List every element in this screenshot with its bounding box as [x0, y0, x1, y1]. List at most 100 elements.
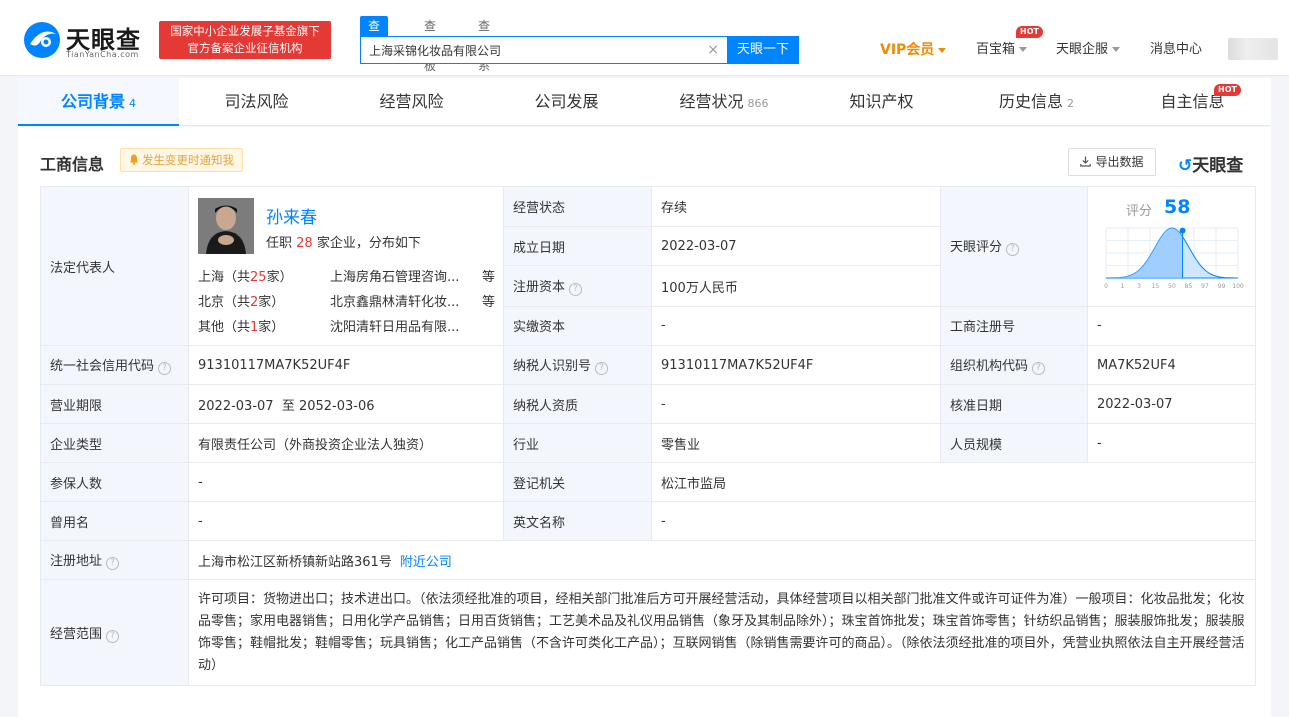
tab-judicial-risk[interactable]: 司法风险: [179, 78, 334, 126]
tab-count: 2: [1067, 97, 1074, 110]
search-button[interactable]: 天眼一下: [727, 36, 799, 64]
tax-qual-label: 纳税人资质: [503, 384, 652, 424]
industry-label: 行业: [503, 423, 652, 463]
nearby-companies-link[interactable]: 附近公司: [400, 555, 452, 570]
region-city: 北京（共2家）: [198, 291, 284, 310]
tab-history[interactable]: 历史信息 2: [959, 78, 1114, 126]
region-row: 北京（共2家） 北京鑫鼎林清轩化妆... 等: [198, 291, 498, 310]
tab-label: 经营状况: [679, 92, 744, 111]
region-city: 其他（共1家）: [198, 316, 284, 335]
summary-suffix: 家企业，分布如下: [316, 236, 421, 251]
search-tab-company[interactable]: 查公司: [360, 16, 389, 73]
region-count: 25: [250, 270, 267, 285]
reg-no-label: 工商注册号: [940, 305, 1088, 347]
download-icon: [1080, 156, 1092, 167]
legal-rep-summary: 任职 28 家企业，分布如下: [266, 232, 421, 251]
summary-prefix: 任职: [266, 236, 293, 251]
tab-label: 历史信息: [998, 92, 1063, 111]
brand-logo-text: 天眼查: [1192, 156, 1244, 176]
tax-qual-value: -: [651, 384, 941, 424]
company-tabs: 公司背景 4 司法风险 经营风险 公司发展 经营状况 866 知识产权 历史信息 2 …: [18, 78, 1271, 126]
approve-date-value: 2022-03-07: [1087, 384, 1256, 424]
region-city: 上海（共25家）: [198, 266, 293, 285]
tab-intellectual-property[interactable]: 知识产权: [804, 78, 959, 126]
reg-no-value: -: [1087, 305, 1256, 347]
search-input[interactable]: [361, 37, 691, 63]
help-icon[interactable]: ?: [569, 283, 583, 297]
region-row: 上海（共25家） 上海房角石管理咨询... 等: [198, 266, 498, 285]
region-company-link[interactable]: 北京鑫鼎林清轩化妆...: [330, 291, 470, 310]
x-tick-label: 99: [1218, 283, 1226, 290]
logo-eye-icon: [24, 22, 60, 58]
scope-label: 经营范围: [50, 626, 103, 642]
baibaoxiang-label: 百宝箱: [976, 42, 1016, 57]
help-icon[interactable]: ?: [106, 557, 120, 570]
found-date-label: 成立日期: [503, 226, 652, 267]
help-icon[interactable]: ?: [595, 362, 609, 375]
score-widget[interactable]: 评分 58 0 1 3 15 50 85 97 99 100: [1089, 188, 1255, 304]
address-cell: 上海市松江区新桥镇新站路361号 附近公司: [188, 540, 1256, 580]
tax-id-value: 91310117MA7K52UF4F: [651, 345, 941, 385]
table-row: 注册地址? 上海市松江区新桥镇新站路361号 附近公司: [40, 540, 1256, 580]
search-tab-relation[interactable]: 查关系: [470, 16, 498, 73]
legal-rep-label: 法定代表人: [40, 186, 189, 346]
help-icon[interactable]: ?: [1032, 362, 1046, 375]
hot-badge: HOT: [1016, 26, 1043, 38]
status-label: 经营状态: [503, 185, 652, 228]
approve-date-label: 核准日期: [940, 384, 1088, 424]
help-icon[interactable]: ?: [106, 629, 120, 643]
table-row: 参保人数 - 登记机关 松江市监局: [40, 462, 1256, 502]
fund-badge: 国家中小企业发展子基金旗下 官方备案企业征信机构: [159, 21, 331, 59]
business-info-panel: 工商信息 发生变更时通知我 导出数据 ↺天眼查 法定代表人 孙来春 任职 28 …: [18, 127, 1271, 717]
tab-self-info[interactable]: 自主信息: [1114, 78, 1271, 126]
capital-label-cell: 注册资本?: [503, 265, 652, 307]
chevron-down-icon: [1112, 47, 1121, 52]
term-label: 营业期限: [40, 384, 189, 424]
clear-icon[interactable]: ×: [707, 42, 719, 58]
chevron-down-icon: [1019, 47, 1028, 52]
region-more-link[interactable]: 等: [482, 266, 495, 285]
help-icon[interactable]: ?: [158, 362, 172, 375]
org-code-value: MA7K52UF4: [1087, 345, 1256, 385]
score-label-cell: 天眼评分?: [940, 186, 1088, 307]
region-company-link[interactable]: 沈阳清轩日用品有限...: [330, 316, 470, 335]
x-tick-label: 100: [1232, 283, 1244, 290]
user-avatar[interactable]: [1228, 38, 1278, 60]
tax-id-label: 纳税人识别号: [513, 359, 592, 374]
baibaoxiang-menu[interactable]: 百宝箱: [976, 40, 1028, 60]
qiban-label: 天眼企服: [1056, 42, 1109, 57]
tab-label: 公司发展: [534, 92, 599, 111]
authority-value: 松江市监局: [651, 462, 1256, 502]
message-center-link[interactable]: 消息中心: [1150, 40, 1202, 60]
tab-label: 知识产权: [849, 92, 914, 111]
region-company-link[interactable]: 上海房角石管理咨询...: [330, 266, 470, 285]
staff-size-value: -: [1087, 423, 1256, 463]
qiban-menu[interactable]: 天眼企服: [1056, 40, 1121, 60]
export-data-button[interactable]: 导出数据: [1068, 148, 1156, 176]
notify-change-button[interactable]: 发生变更时通知我: [120, 148, 243, 172]
search-box: ×: [360, 36, 728, 64]
tab-label: 经营风险: [379, 92, 444, 111]
search-tab-boss[interactable]: 查老板: [416, 16, 444, 73]
legal-rep-avatar[interactable]: [198, 198, 254, 254]
score-inner-label: 评分: [1126, 204, 1153, 220]
staff-size-label: 人员规模: [940, 423, 1088, 463]
summary-count: 28: [296, 236, 313, 251]
table-row: 企业类型 有限责任公司（外商投资企业法人独资） 行业 零售业 人员规模 -: [40, 423, 1256, 463]
tab-operating-risk[interactable]: 经营风险: [334, 78, 489, 126]
help-icon[interactable]: ?: [1006, 243, 1020, 257]
tab-company-development[interactable]: 公司发展: [489, 78, 644, 126]
tianyancha-logo[interactable]: 天眼查 TianYanCha.com: [22, 18, 152, 62]
vip-label: VIP会员: [880, 42, 935, 58]
insured-value: -: [188, 462, 504, 502]
former-name-label: 曾用名: [40, 501, 189, 541]
tab-company-background[interactable]: 公司背景 4: [18, 78, 179, 126]
bell-icon: [129, 154, 139, 165]
legal-rep-name[interactable]: 孙来春: [266, 203, 317, 228]
table-row: 曾用名 - 英文名称 -: [40, 501, 1256, 541]
region-more-link[interactable]: 等: [482, 291, 495, 310]
vip-menu[interactable]: VIP会员: [880, 40, 947, 60]
tab-operating-status[interactable]: 经营状况 866: [644, 78, 804, 126]
table-row: 经营范围? 许可项目：货物进出口；技术进出口。（依法须经批准的项目，经相关部门批…: [40, 579, 1256, 686]
score-marker-dot: [1179, 227, 1186, 234]
